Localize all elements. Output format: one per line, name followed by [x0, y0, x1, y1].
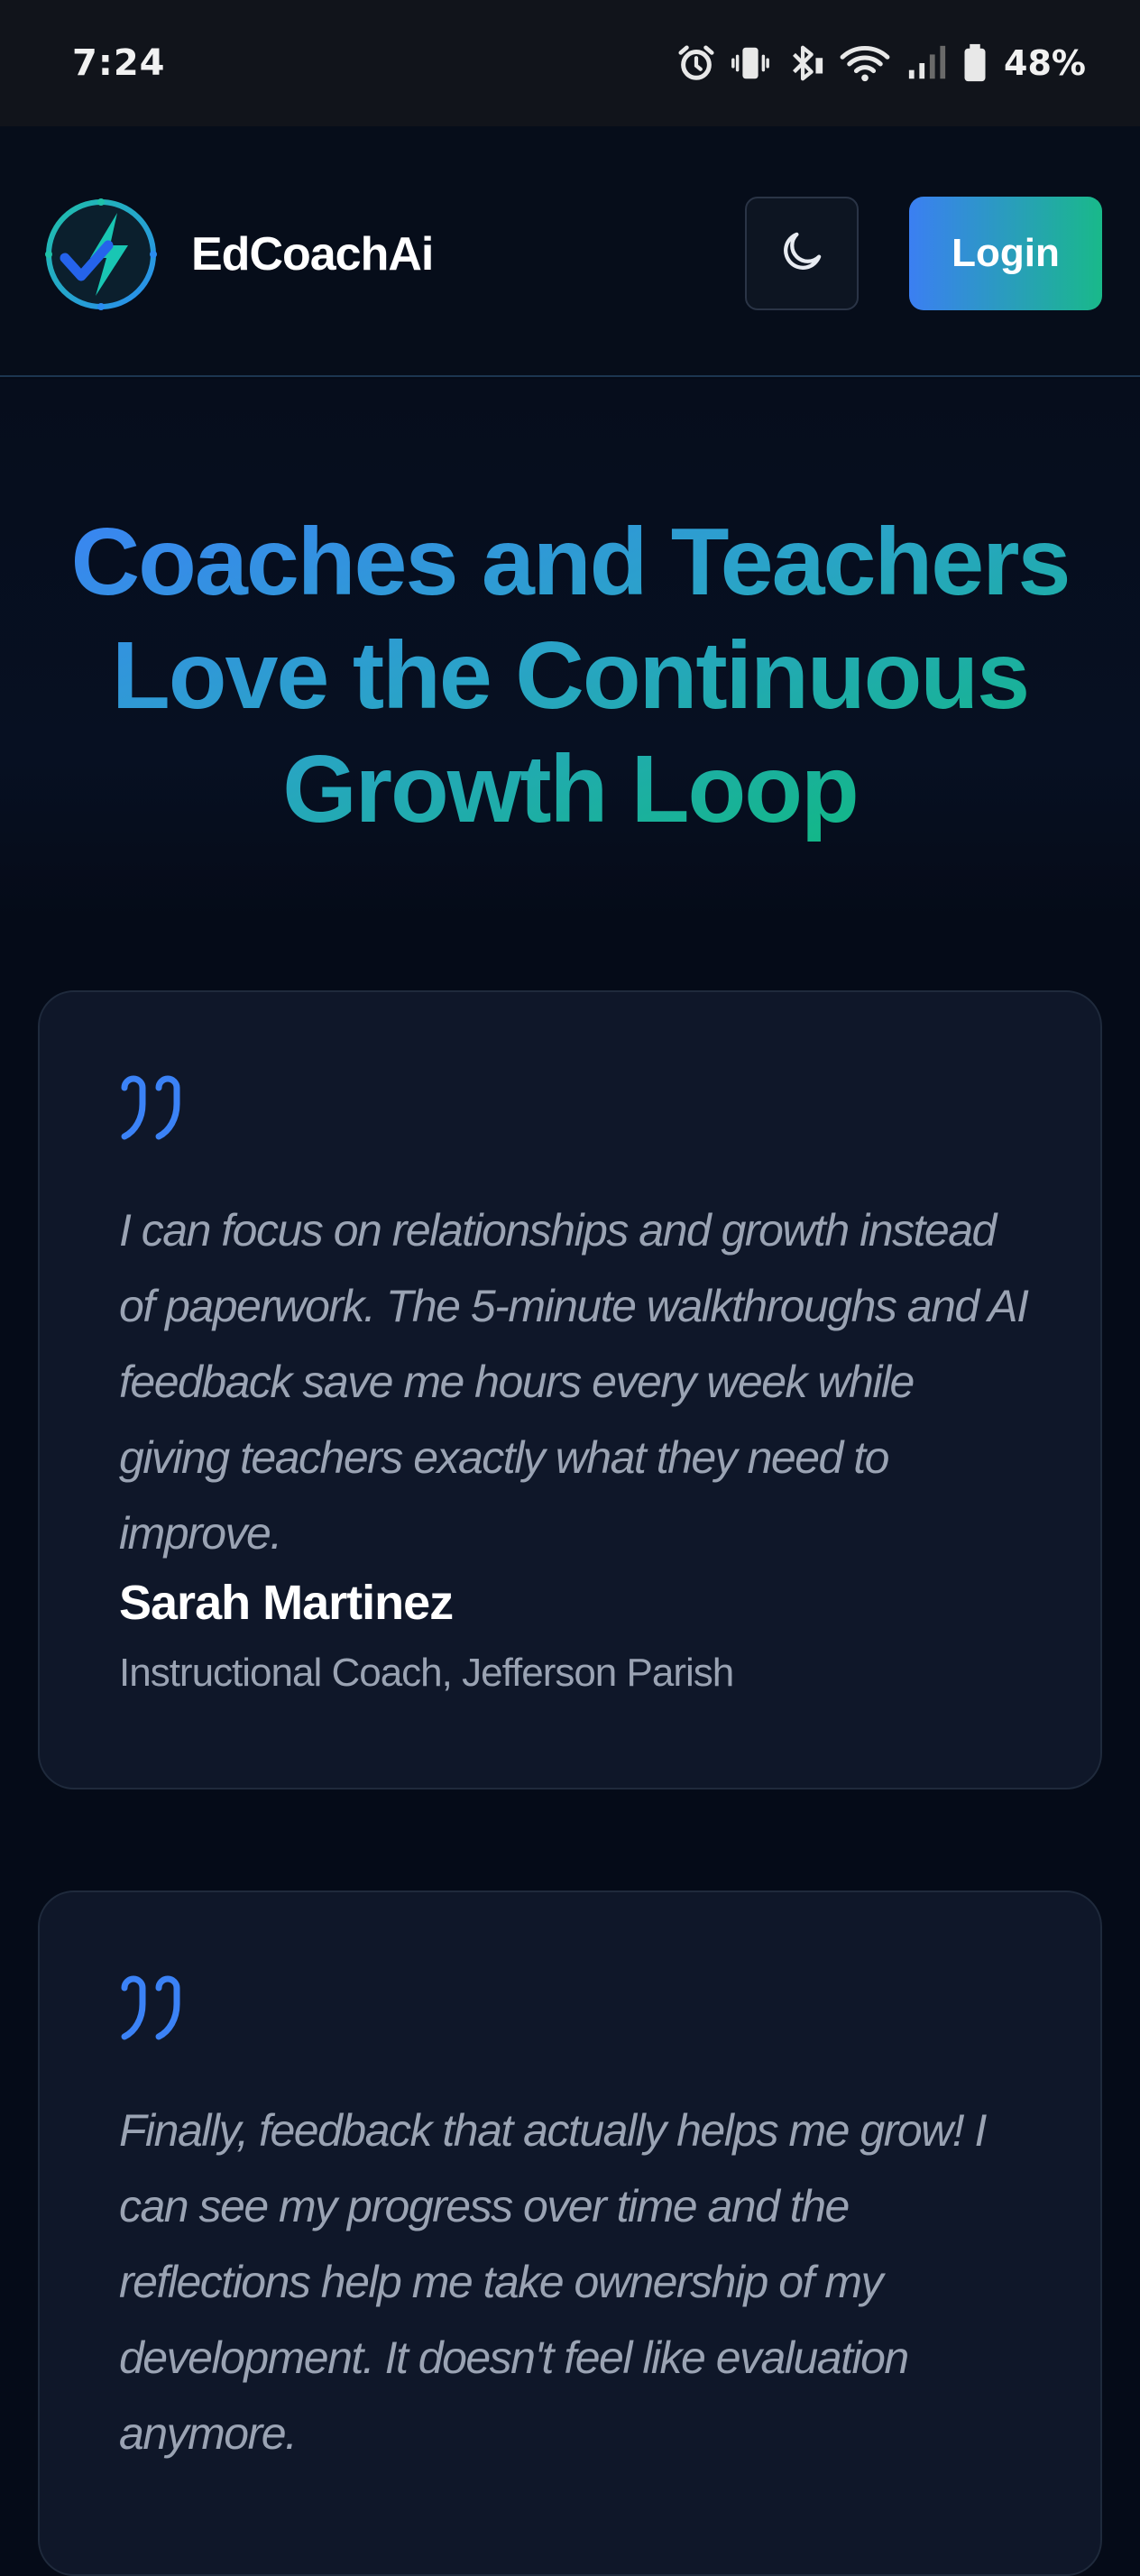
testimonial-quote: Finally, feedback that actually helps me…	[119, 2105, 987, 2459]
brand-name: EdCoachAi	[191, 228, 434, 281]
login-button[interactable]: Login	[909, 197, 1102, 310]
testimonial-quote: I can focus on relationships and growth …	[119, 1205, 1029, 1559]
alarm-icon	[676, 42, 717, 84]
testimonial-card: I can focus on relationships and growth …	[38, 990, 1102, 1789]
lightning-check-logo-icon	[43, 197, 159, 312]
quote-icon	[119, 1075, 189, 1142]
hero-title: Coaches and Teachers Love the Continuous…	[36, 505, 1104, 846]
battery-percent: 48%	[1004, 43, 1086, 83]
testimonial-author: Sarah Martinez	[119, 1576, 454, 1630]
vibrate-icon	[730, 42, 771, 84]
testimonial-role: Instructional Coach, Jefferson Parish	[119, 1651, 734, 1695]
testimonial-card: Finally, feedback that actually helps me…	[38, 1891, 1102, 2576]
status-bar: 7:24 48%	[0, 0, 1140, 126]
hero-section: Coaches and Teachers Love the Continuous…	[0, 379, 1140, 920]
moon-icon	[777, 227, 826, 281]
wifi-icon	[838, 42, 892, 84]
top-navbar: EdCoachAi Login	[0, 126, 1140, 377]
theme-toggle-button[interactable]	[745, 197, 859, 310]
status-time: 7:24	[72, 42, 166, 84]
signal-icon	[905, 42, 950, 84]
brand-link[interactable]: EdCoachAi	[43, 197, 434, 312]
status-icons: 48%	[676, 42, 1086, 84]
bluetooth-icon	[784, 42, 825, 84]
quote-icon	[119, 1975, 189, 2042]
battery-icon	[962, 42, 988, 84]
